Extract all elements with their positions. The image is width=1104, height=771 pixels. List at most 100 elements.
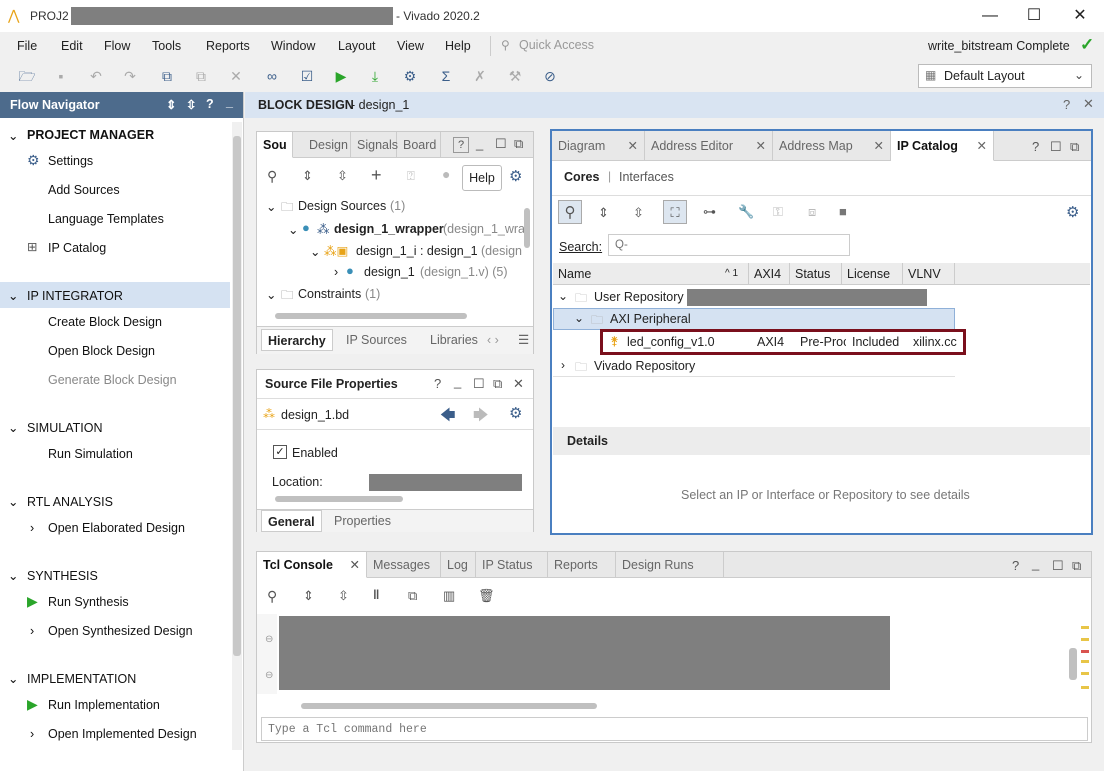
run-icon[interactable]: ▶ [331,66,351,86]
menu-file[interactable]: File [17,39,37,53]
col-license[interactable]: License [842,263,903,285]
settings-gear-icon[interactable]: ⚙ [400,66,420,86]
debug-icon[interactable]: ✗ [470,66,490,86]
help-icon[interactable]: ? [434,376,441,391]
sources-v-scrollbar[interactable] [523,198,531,308]
scroll-thumb[interactable] [301,703,597,709]
menu-tools[interactable]: Tools [152,39,181,53]
tab-messages[interactable]: Messages [367,552,441,578]
tab-hierarchy[interactable]: Hierarchy [261,329,333,351]
menu-layout[interactable]: Layout [338,39,376,53]
binoculars-icon[interactable]: ∞ [262,66,282,86]
help-icon[interactable]: ? [206,97,214,111]
float-panel-icon[interactable]: ⧉ [514,136,523,152]
flow-nav-scroll-thumb[interactable] [233,136,241,656]
chevron-down-icon[interactable]: ⌄ [558,289,568,303]
chevron-right-icon[interactable]: › [30,727,34,741]
filter-icon[interactable]: ⛶ [663,200,687,224]
float-panel-icon[interactable]: ⧉ [1072,558,1081,574]
gear-icon[interactable]: ⚙ [509,404,522,422]
chevron-down-icon[interactable]: ⌄ [310,244,320,259]
expand-all-icon[interactable]: ⇳ [186,97,196,112]
chevron-down-icon[interactable]: ⌄ [8,671,18,686]
close-button[interactable]: ✕ [1060,4,1100,28]
search-icon[interactable]: ⚲ [267,588,277,605]
collapse-all-icon[interactable]: ⇕ [303,588,314,604]
tab-tcl-console[interactable]: Tcl Console ✕ [257,552,367,578]
vivado-repository-row[interactable]: › 🗀 Vivado Repository [553,355,955,377]
search-icon[interactable]: ⚲ [267,168,277,185]
sigma-icon[interactable]: Σ [436,66,456,86]
close-icon[interactable]: ✕ [756,131,766,161]
tab-design-runs[interactable]: Design Runs [616,552,724,578]
scroll-thumb[interactable] [524,208,530,248]
program-device-icon[interactable]: ⤓ [365,66,385,86]
menu-edit[interactable]: Edit [61,39,83,53]
constraints-label[interactable]: Constraints [298,287,361,301]
forward-arrow-icon[interactable]: 🡆 [473,405,489,430]
nav-open-block-design[interactable]: Open Block Design [48,344,155,358]
nav-run-implementation[interactable]: Run Implementation [48,698,160,712]
stop-icon[interactable]: ■ [839,204,847,219]
unknown-icon[interactable]: ⍰ [407,168,415,184]
float-panel-icon[interactable]: ⧉ [1070,139,1079,155]
chevron-down-icon[interactable]: ⌄ [266,199,276,214]
nav-settings[interactable]: Settings [48,154,93,168]
section-simulation[interactable]: SIMULATION [27,421,102,435]
key-icon[interactable]: ⚿ [773,204,783,220]
tab-libraries[interactable]: Libraries [430,329,478,351]
close-icon[interactable]: ✕ [874,131,884,161]
gear-icon[interactable]: ⚙ [1066,203,1079,221]
copy-icon[interactable]: ⧉ [157,66,177,86]
chevron-right-icon[interactable]: › [561,358,565,372]
tab-reports[interactable]: Reports [548,552,616,578]
chevron-right-icon[interactable]: › [30,521,34,535]
sfp-h-scrollbar[interactable] [267,495,519,503]
fold-icon[interactable]: ⊖ [265,634,273,645]
ip-search-input[interactable] [608,234,850,256]
nav-open-synthesized-design[interactable]: Open Synthesized Design [48,624,193,638]
nav-add-sources[interactable]: Add Sources [48,183,120,197]
tab-properties[interactable]: Properties [334,510,391,532]
expand-all-icon[interactable]: ⇳ [338,588,349,604]
section-synthesis[interactable]: SYNTHESIS [27,569,98,583]
tab-address-editor[interactable]: Address Editor ✕ [645,131,773,161]
tab-menu-icon[interactable]: ☰ [518,329,529,351]
sources-h-scrollbar[interactable] [267,312,519,320]
maximize-button[interactable]: ☐ [1014,4,1054,28]
close-icon[interactable]: ✕ [1083,96,1094,112]
search-icon[interactable]: ⚲ [558,200,582,224]
section-rtl-analysis[interactable]: RTL ANALYSIS [27,495,113,509]
chevron-down-icon[interactable]: ⌄ [8,288,18,303]
scroll-thumb[interactable] [1069,648,1077,680]
ip-row-led-config[interactable]: ⚵ led_config_v1.0 AXI4 Pre-Proc Included… [600,329,966,355]
flow-nav-scrollbar[interactable] [232,122,242,750]
quick-access-box[interactable]: ⚲ Quick Access [490,36,640,56]
tab-diagram[interactable]: Diagram ✕ [552,131,645,161]
copy-icon[interactable]: ⧉ [408,588,417,604]
menu-window[interactable]: Window [271,39,315,53]
menu-view[interactable]: View [397,39,424,53]
nav-ip-catalog[interactable]: IP Catalog [48,241,106,255]
pause-icon[interactable]: ‖ [373,587,379,602]
open-project-icon[interactable]: 🗁 [17,66,37,86]
layout-select[interactable]: ▦ Default Layout ⌄ [918,64,1092,88]
menu-help[interactable]: Help [445,39,471,53]
gear-icon[interactable]: ⚙ [509,167,522,185]
float-panel-icon[interactable]: ⧉ [493,376,502,392]
expand-all-icon[interactable]: ⇳ [633,205,644,221]
chevron-down-icon[interactable]: ⌄ [288,222,298,237]
help-icon[interactable]: ? [1032,139,1039,154]
table-icon[interactable]: ▥ [443,588,455,604]
tab-ip-catalog[interactable]: IP Catalog ✕ [891,131,994,161]
nav-open-elaborated-design[interactable]: Open Elaborated Design [48,521,185,535]
tab-signals[interactable]: Signals [351,132,398,158]
user-repository-row[interactable]: ⌄ 🗀 User Repository [553,286,955,308]
nav-open-implemented-design[interactable]: Open Implemented Design [48,727,197,741]
tab-design[interactable]: Design [303,132,351,158]
collapse-all-icon[interactable]: ⇕ [302,168,313,184]
hierarchy-tree-icon[interactable]: ⊶ [703,204,716,220]
col-vlnv[interactable]: VLNV [903,263,955,285]
tab-ip-status[interactable]: IP Status [476,552,548,578]
tab-address-map[interactable]: Address Map ✕ [773,131,891,161]
